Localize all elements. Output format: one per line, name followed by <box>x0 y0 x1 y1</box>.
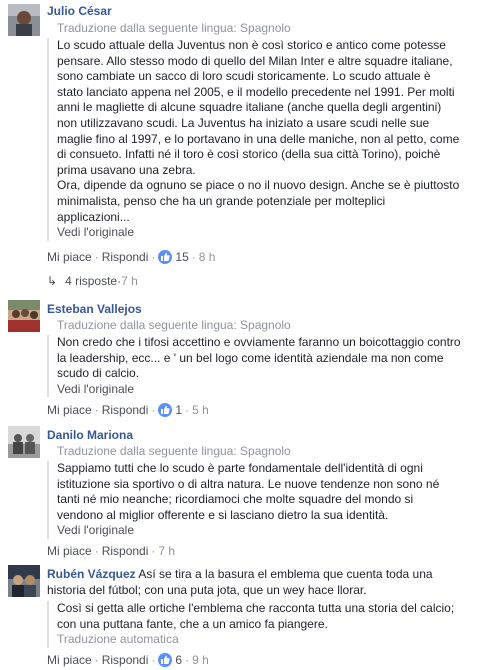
text-line: prima usavano una zebra. <box>57 162 196 177</box>
text-line: scudo di calcio. <box>57 366 140 381</box>
comment-author[interactable]: Julio César <box>47 4 112 18</box>
text-line: la leadership, ecc... e ' un bel logo co… <box>57 350 444 365</box>
like-button[interactable]: Mi piace <box>47 250 92 264</box>
comment-actions: Mi piace · Rispondi · 6 · 9 h <box>47 653 209 667</box>
comment-original-text: Rubén Vázquez Así se tira a la basura el… <box>47 567 477 598</box>
like-button[interactable]: Mi piace <box>47 403 92 417</box>
text-line: Sappiamo tutti che lo scudo è parte fond… <box>57 461 423 475</box>
comment-actions: Mi piace · Rispondi · 7 h <box>47 544 176 558</box>
see-original-link[interactable]: Vedi l'originale <box>57 382 477 398</box>
text-line: non utilizzavano scudi. La Juventus ha i… <box>57 115 430 130</box>
replies-count[interactable]: 4 risposte <box>65 274 117 288</box>
text-line: di consueto. Infatti né il toro è così s… <box>57 147 441 162</box>
like-reaction-icon[interactable] <box>158 653 173 667</box>
text-line: anni le magliette di alcune squadre ital… <box>57 100 442 115</box>
comment-author[interactable]: Esteban Vallejos <box>47 302 142 316</box>
reply-arrow-icon: ↳ <box>47 274 58 288</box>
text-line: applicazioni... <box>57 209 130 224</box>
text-line: Así se tira a la basura el emblema que c… <box>138 567 433 581</box>
reply-button[interactable]: Rispondi <box>102 403 149 417</box>
comment-author[interactable]: Rubén Vázquez <box>47 567 136 581</box>
avatar[interactable] <box>8 4 40 36</box>
comment-text: Non credo che i tifosi accettino e ovvia… <box>47 335 477 398</box>
comment-text: Lo scudo attuale della Juventus non è co… <box>47 38 477 241</box>
text-line: Ora, dipende da ognuno se piace o no il … <box>57 178 460 193</box>
like-reaction-icon[interactable] <box>158 403 173 417</box>
text-line: minimalista, penso che ha un grande pote… <box>57 193 386 208</box>
text-line: stato lanciato appena nel 2005, e il mod… <box>57 84 455 99</box>
avatar[interactable] <box>8 300 40 332</box>
reaction-count[interactable]: 6 <box>175 653 182 667</box>
auto-translation-label: Traduzione automatica <box>57 632 179 647</box>
text-line: Non credo che i tifosi accettino e ovvia… <box>57 335 461 349</box>
translation-source: Traduzione dalla seguente lingua: Spagno… <box>57 21 291 35</box>
replies-time: 7 h <box>121 274 138 288</box>
translation-source: Traduzione dalla seguente lingua: Spagno… <box>57 318 291 332</box>
text-line: vendono al miglior offerente e si lascia… <box>57 507 389 522</box>
translation-source: Traduzione dalla seguente lingua: Spagno… <box>57 444 291 458</box>
comment-text: Sappiamo tutti che lo scudo è parte fond… <box>47 461 477 539</box>
reaction-count[interactable]: 15 <box>175 250 188 264</box>
text-line: con una puttana fante, che a un amico fa… <box>57 616 328 631</box>
reply-button[interactable]: Rispondi <box>102 544 149 558</box>
text-line: pensare. Allo stesso modo di quello del … <box>57 53 453 68</box>
like-reaction-icon[interactable] <box>158 250 173 264</box>
text-line: historia del fútbol; con una puta jota, … <box>47 582 367 597</box>
text-line: sono cambiate un sacco di loro scudi sto… <box>57 69 431 84</box>
text-line: Lo scudo attuale della Juventus non è co… <box>57 38 446 52</box>
like-button[interactable]: Mi piace <box>47 544 92 558</box>
comment-author[interactable]: Danilo Mariona <box>47 428 133 442</box>
see-original-link[interactable]: Vedi l'originale <box>57 225 477 241</box>
comment-actions: Mi piace · Rispondi · 1 · 5 h <box>47 403 209 417</box>
timestamp[interactable]: 9 h <box>192 653 209 667</box>
timestamp[interactable]: 8 h <box>199 250 216 264</box>
reply-button[interactable]: Rispondi <box>102 653 149 667</box>
text-line: maglie fino al 1997, e lo portavano in u… <box>57 131 460 146</box>
like-button[interactable]: Mi piace <box>47 653 92 667</box>
comment-translation: Così si getta alle ortiche l'emblema che… <box>47 601 477 648</box>
text-line: tanti né mio neanche; ricordiamoci che m… <box>57 492 414 507</box>
avatar[interactable] <box>8 426 40 458</box>
see-original-link[interactable]: Vedi l'originale <box>57 523 477 539</box>
timestamp[interactable]: 5 h <box>192 403 209 417</box>
timestamp[interactable]: 7 h <box>158 544 175 558</box>
text-line: istituzione sia sportivo o di altra natu… <box>57 476 440 491</box>
avatar[interactable] <box>8 565 40 597</box>
reaction-count[interactable]: 1 <box>175 403 182 417</box>
comment-actions: Mi piace · Rispondi · 15 · 8 h <box>47 250 216 264</box>
text-line: Così si getta alle ortiche l'emblema che… <box>57 601 455 615</box>
reply-button[interactable]: Rispondi <box>102 250 149 264</box>
view-replies[interactable]: ↳ 4 risposte·7 h <box>47 274 138 288</box>
